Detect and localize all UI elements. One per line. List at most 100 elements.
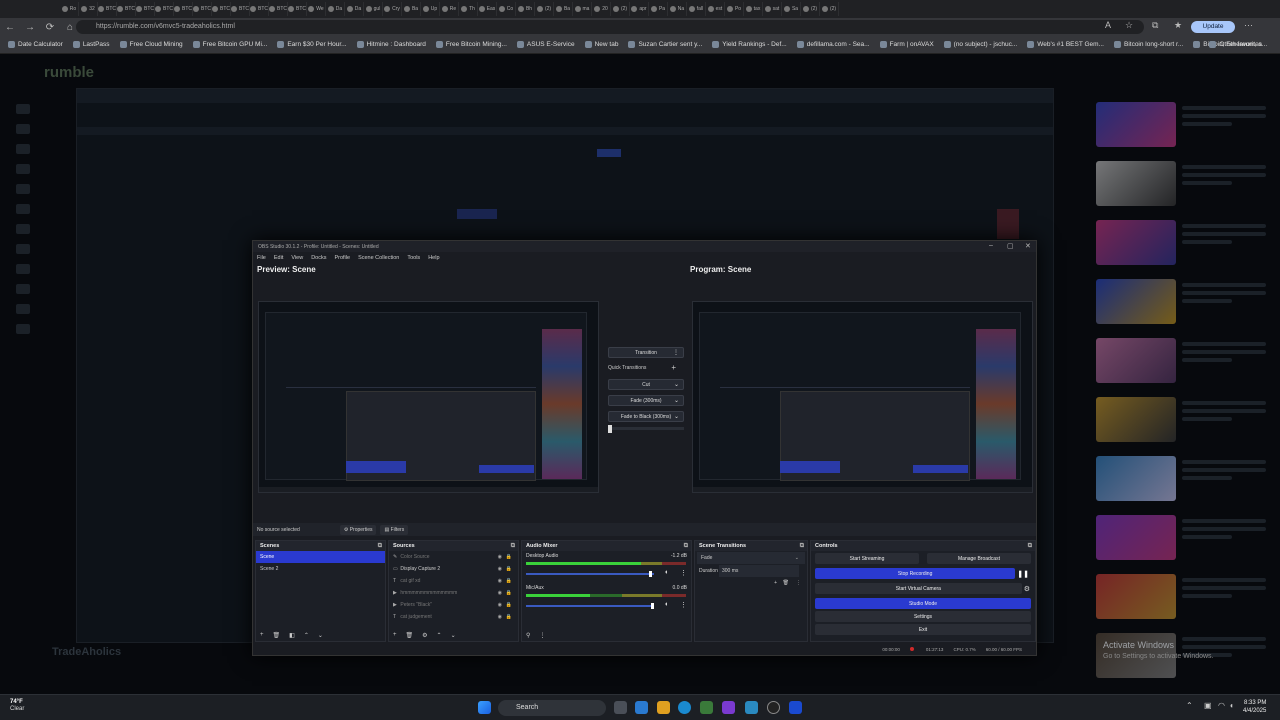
bookmark-item[interactable]: Hitmine : Dashboard <box>356 41 426 48</box>
video-thumbnail[interactable] <box>1096 102 1176 147</box>
zoom-icon[interactable] <box>789 701 802 714</box>
undock-icon[interactable]: ⧉ <box>511 541 515 551</box>
address-bar[interactable]: https://rumble.com/v6mvc5-tradeaholics.h… <box>76 20 1144 34</box>
more-icon[interactable]: ⋮ <box>796 577 801 589</box>
link-icon[interactable]: ⚲ <box>526 632 530 639</box>
speaker-icon[interactable]: ◖ <box>664 569 668 576</box>
more-icon[interactable]: ⋮ <box>680 569 687 577</box>
lock-icon[interactable]: 🔒 <box>506 611 512 623</box>
eye-icon[interactable]: ◉ <box>498 575 502 587</box>
add-icon[interactable]: + <box>260 632 264 638</box>
close-icon[interactable]: ✕ <box>1025 242 1031 250</box>
update-button[interactable]: Update <box>1191 21 1235 33</box>
browser-tab[interactable]: Na <box>668 2 687 16</box>
manage-broadcast-button[interactable]: Manage Broadcast <box>927 553 1031 564</box>
bookmark-item[interactable]: LastPass <box>72 41 110 48</box>
video-thumbnail[interactable] <box>1096 397 1176 442</box>
start-icon[interactable] <box>478 701 491 714</box>
obs-menu-item[interactable]: View <box>291 255 303 261</box>
browser-tab[interactable]: BTC <box>117 2 136 16</box>
chevron-up-icon[interactable]: ⌃ <box>1186 701 1193 710</box>
virtual-camera-button[interactable]: Start Virtual Camera <box>815 583 1022 594</box>
gear-icon[interactable]: ⚙ <box>1024 585 1030 593</box>
add-icon[interactable]: + <box>671 362 676 373</box>
nav-item[interactable] <box>16 324 30 334</box>
widget-tray-icon[interactable]: ▣ <box>1204 701 1212 710</box>
more-icon[interactable]: ⋮ <box>680 601 687 609</box>
browser-tab[interactable]: BTC <box>250 2 269 16</box>
lock-icon[interactable]: 🔒 <box>506 587 512 599</box>
start-streaming-button[interactable]: Start Streaming <box>815 553 919 564</box>
browser-tab[interactable]: 32 <box>79 2 98 16</box>
bookmark-item[interactable]: Free Bitcoin Mining... <box>435 41 507 48</box>
volume-knob[interactable] <box>648 571 652 577</box>
nav-item[interactable] <box>16 104 30 114</box>
eye-icon[interactable]: ◉ <box>498 587 502 599</box>
recommended-video[interactable] <box>1096 574 1266 619</box>
volume-knob[interactable] <box>651 603 654 609</box>
arrow-down-icon[interactable]: ⌄ <box>318 632 323 639</box>
add-icon[interactable]: + <box>393 632 397 638</box>
eye-icon[interactable]: ◉ <box>498 563 502 575</box>
browser-tab[interactable]: (2) <box>820 2 839 16</box>
nav-item[interactable] <box>16 224 30 234</box>
trash-icon[interactable]: 🗑 <box>783 577 789 589</box>
obs-menu-item[interactable]: Profile <box>334 255 350 261</box>
arrow-up-icon[interactable]: ⌃ <box>437 632 442 639</box>
gear-icon[interactable]: ⚙ <box>422 632 427 639</box>
more-icon[interactable]: ⋮ <box>673 349 679 356</box>
chevron-down-icon[interactable]: ⌄ <box>674 381 679 388</box>
recommended-video[interactable] <box>1096 279 1266 324</box>
translate-icon[interactable]: A <box>1105 20 1111 30</box>
browser-tab[interactable]: Re <box>440 2 459 16</box>
browser-tab[interactable]: We <box>307 2 326 16</box>
video-thumbnail[interactable] <box>1096 338 1176 383</box>
rumble-logo[interactable]: rumble <box>44 64 94 81</box>
bookmark-item[interactable]: Suzan Cartier sent y... <box>628 41 702 48</box>
bookmark-item[interactable]: Free Bitcoin GPU Mi... <box>192 41 267 48</box>
lock-icon[interactable]: 🔒 <box>506 575 512 587</box>
bookmark-item[interactable]: Yield Rankings - Def... <box>712 41 787 48</box>
obs-menu-item[interactable]: Scene Collection <box>358 255 399 261</box>
minimize-icon[interactable]: – <box>989 242 993 249</box>
bookmark-item[interactable]: (no subject) - jschuc... <box>943 41 1017 48</box>
studio-mode-button[interactable]: Studio Mode <box>815 598 1031 609</box>
program-monitor[interactable] <box>692 301 1033 493</box>
volume-slider[interactable] <box>526 571 654 577</box>
browser-tab[interactable]: BTC <box>212 2 231 16</box>
bookmark-item[interactable]: Free Cloud Mining <box>119 41 183 48</box>
quick-transition-fade[interactable]: Fade (300ms) ⌄ <box>608 395 684 406</box>
browser-tab[interactable]: BTC <box>174 2 193 16</box>
browser-tab[interactable]: BTC <box>98 2 117 16</box>
exit-button[interactable]: Exit <box>815 624 1031 635</box>
obs-icon[interactable] <box>767 701 780 714</box>
browser-tab[interactable]: BTC <box>193 2 212 16</box>
recommended-video[interactable] <box>1096 397 1266 442</box>
video-thumbnail[interactable] <box>1096 220 1176 265</box>
bookmark-item[interactable]: Farm | onAVAX <box>879 41 934 48</box>
taskbar-search[interactable]: Search <box>498 700 606 716</box>
browser-tab[interactable]: Da <box>326 2 345 16</box>
browser-tab[interactable]: Th <box>459 2 478 16</box>
reload-icon[interactable]: ⟳ <box>40 22 60 33</box>
source-item[interactable]: ▶ hmmmmmmmmmmmmm ◉ 🔒 <box>389 587 518 599</box>
nav-item[interactable] <box>16 284 30 294</box>
scene-item[interactable]: Scene 2 <box>256 563 385 575</box>
duration-input[interactable]: 300 ms <box>719 565 799 577</box>
browser-tab[interactable]: Da <box>345 2 364 16</box>
obs-menu-item[interactable]: Edit <box>274 255 283 261</box>
browser-tab[interactable]: Co <box>497 2 516 16</box>
other-favorites[interactable]: Other favorites <box>1209 41 1262 48</box>
source-item[interactable]: ▶ Peters "Black" ◉ 🔒 <box>389 599 518 611</box>
weather-widget[interactable]: 74°F Clear <box>10 699 24 713</box>
obs-menu-item[interactable]: Docks <box>311 255 326 261</box>
wifi-icon[interactable]: ◠ <box>1218 701 1225 710</box>
browser-tab[interactable]: BTC <box>269 2 288 16</box>
settings-button[interactable]: Settings <box>815 611 1031 622</box>
star-icon[interactable]: ☆ <box>1125 20 1133 31</box>
transition-select[interactable]: Fade ⌄ <box>697 552 805 564</box>
arrow-down-icon[interactable]: ⌄ <box>451 632 456 639</box>
bookmark-item[interactable]: Web's #1 BEST Gem... <box>1027 41 1104 48</box>
file-explorer-icon[interactable] <box>657 701 670 714</box>
obs-menu-item[interactable]: Tools <box>407 255 420 261</box>
